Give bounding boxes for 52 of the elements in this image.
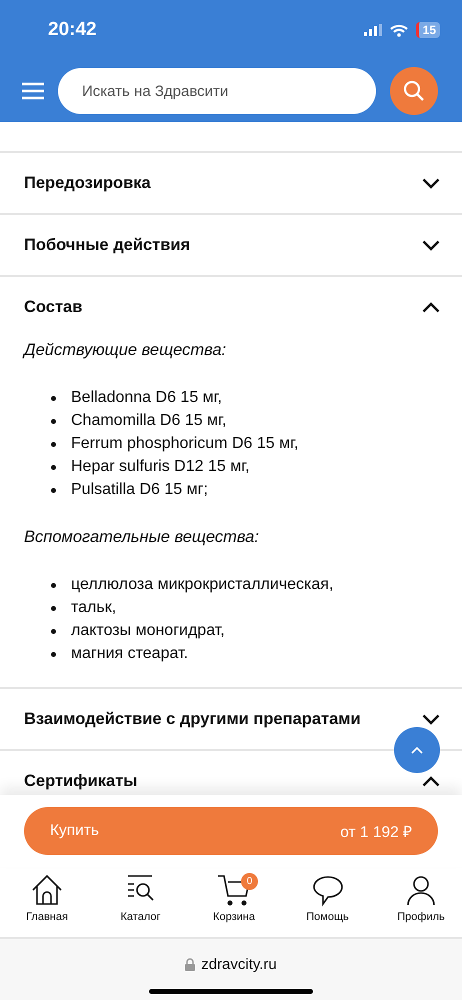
section-title[interactable]: Взаимодействие с другими препаратами xyxy=(24,710,361,728)
bullet-icon xyxy=(51,442,56,447)
chevron-down-icon[interactable] xyxy=(422,714,440,724)
bullet-icon xyxy=(51,652,56,657)
list-item: Chamomilla D6 15 мг, xyxy=(71,409,438,432)
section-title[interactable]: Побочные действия xyxy=(24,236,190,254)
bullet-icon xyxy=(51,629,56,634)
section-title[interactable]: Передозировка xyxy=(24,174,151,192)
chevron-down-icon[interactable] xyxy=(422,178,440,188)
list-item: Hepar sulfuris D12 15 мг, xyxy=(71,455,438,478)
section-title[interactable]: Состав xyxy=(24,298,82,316)
signal-icon xyxy=(364,24,382,36)
search-field[interactable]: Искать на Здравсити xyxy=(58,68,376,114)
list-item: Belladonna D6 15 мг, xyxy=(71,386,438,409)
chevron-up-icon xyxy=(411,746,423,754)
bullet-icon xyxy=(51,583,56,588)
subheading: Действующие вещества: xyxy=(24,340,228,361)
tab-label[interactable]: Главная xyxy=(26,911,68,923)
search-button[interactable] xyxy=(390,67,438,115)
speech-bubble-icon[interactable] xyxy=(310,873,344,907)
list-item: целлюлоза микрокристаллическая, xyxy=(71,573,438,596)
list-item: тальк, xyxy=(71,596,438,619)
tab-label[interactable]: Каталог xyxy=(120,911,160,923)
url-text[interactable]: zdravcity.ru xyxy=(201,956,277,972)
tab-label[interactable]: Помощь xyxy=(306,911,349,923)
list-item: магния стеарат. xyxy=(71,642,438,665)
chevron-up-icon[interactable] xyxy=(422,302,440,312)
wifi-icon xyxy=(390,24,408,36)
chevron-down-icon[interactable] xyxy=(422,240,440,250)
cart-icon[interactable] xyxy=(217,873,251,907)
status-time: 20:42 xyxy=(48,19,97,41)
subheading: Вспомогательные вещества: xyxy=(24,527,260,548)
lock-icon xyxy=(185,958,196,970)
bullet-icon xyxy=(51,396,56,401)
bullet-icon xyxy=(51,465,56,470)
user-icon[interactable] xyxy=(404,873,438,907)
list-item: лактозы моногидрат, xyxy=(71,619,438,642)
bullet-icon xyxy=(51,419,56,424)
tab-label[interactable]: Профиль xyxy=(397,911,445,923)
battery-level: 15 xyxy=(416,22,440,38)
tab-label[interactable]: Корзина xyxy=(213,911,255,923)
home-icon[interactable] xyxy=(30,873,64,907)
scroll-top-button[interactable] xyxy=(394,727,440,773)
list-item: Ferrum phosphoricum D6 15 мг, xyxy=(71,432,438,455)
bullet-icon xyxy=(51,488,56,493)
cart-badge: 0 xyxy=(241,873,258,890)
chevron-up-icon[interactable] xyxy=(422,776,440,786)
list-item: Pulsatilla D6 15 мг; xyxy=(71,478,438,501)
section-title[interactable]: Сертификаты xyxy=(24,772,138,790)
menu-icon[interactable] xyxy=(22,82,44,100)
search-icon xyxy=(403,80,425,102)
bullet-icon xyxy=(51,606,56,611)
